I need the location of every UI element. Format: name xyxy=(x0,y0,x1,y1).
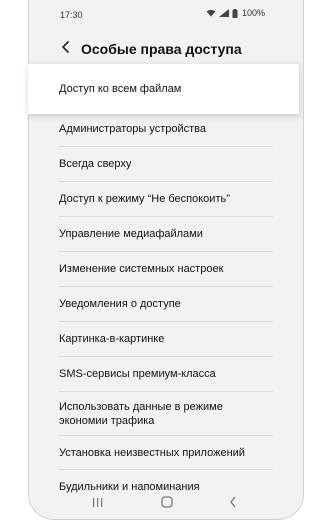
recent-apps-icon xyxy=(92,495,103,513)
list-item-data-saver[interactable]: Использовать данные в режиме экономии тр… xyxy=(59,391,273,435)
navigation-bar xyxy=(29,489,303,519)
list-item-label: Уведомления о доступе xyxy=(59,298,181,310)
wifi-icon xyxy=(206,9,216,17)
back-nav-button[interactable] xyxy=(225,495,241,513)
list-item-notification-access[interactable]: Уведомления о доступе xyxy=(59,286,273,321)
battery-percentage: 100% xyxy=(241,8,265,18)
chevron-left-icon xyxy=(229,495,237,513)
list-item-install-unknown-apps[interactable]: Установка неизвестных приложений xyxy=(59,435,273,469)
home-icon xyxy=(161,495,173,513)
header: Особые права доступа xyxy=(29,33,303,65)
recent-apps-button[interactable] xyxy=(89,497,105,511)
status-bar: 17:30 100% xyxy=(29,0,303,28)
list-item-label: Изменение системных настроек xyxy=(59,263,224,275)
list-item-device-admins[interactable]: Администраторы устройства xyxy=(59,110,273,146)
list-item-label: Установка неизвестных приложений xyxy=(59,446,245,459)
back-button[interactable] xyxy=(56,39,76,59)
list-item-label: Управление медиафайлами xyxy=(59,228,203,240)
page-title: Особые права доступа xyxy=(81,41,242,57)
status-icons: 100% xyxy=(206,8,265,18)
status-time: 17:30 xyxy=(60,10,83,20)
list-item-premium-sms[interactable]: SMS-сервисы премиум-класса xyxy=(59,356,273,391)
highlighted-list-item-all-files-access[interactable]: Доступ ко всем файлам xyxy=(28,64,299,114)
list-item-label: Доступ к режиму “Не беспокоить” xyxy=(59,193,230,205)
signal-icon xyxy=(218,9,229,17)
list-item-label: Администраторы устройства xyxy=(59,122,206,135)
list-item-media-management[interactable]: Управление медиафайлами xyxy=(59,216,273,251)
list-item-always-on-top[interactable]: Всегда сверху xyxy=(59,146,273,181)
list-item-picture-in-picture[interactable]: Картинка-в-картинке xyxy=(59,321,273,356)
list-item-label: SMS-сервисы премиум-класса xyxy=(59,368,216,380)
list-item-label: Доступ ко всем файлам xyxy=(59,83,182,95)
chevron-left-icon xyxy=(61,40,71,59)
list-item-modify-system-settings[interactable]: Изменение системных настроек xyxy=(59,251,273,286)
home-button[interactable] xyxy=(159,495,175,513)
list-item-dnd-access[interactable]: Доступ к режиму “Не беспокоить” xyxy=(59,181,273,216)
list-item-label: Картинка-в-картинке xyxy=(59,333,165,345)
list-item-label: Всегда сверху xyxy=(59,158,132,170)
battery-icon xyxy=(232,8,238,18)
list-item-label: Использовать данные в режиме экономии тр… xyxy=(59,400,223,427)
